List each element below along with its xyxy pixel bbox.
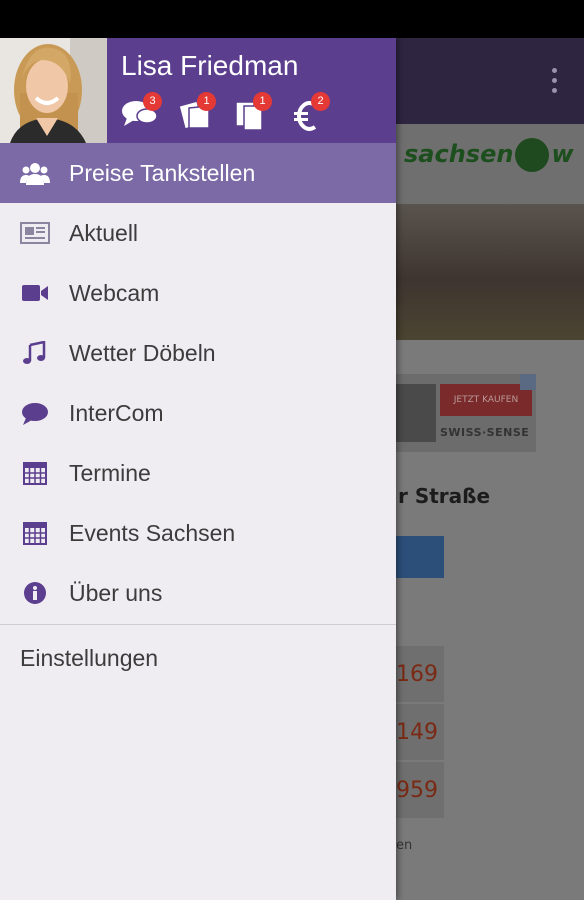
music-note-icon [23,341,46,364]
drawer-header: Lisa Friedman 3 1 1 2 [0,38,396,143]
menu-item-label: Aktuell [69,220,139,246]
documents-button[interactable]: 1 [234,92,274,134]
settings-label: Einstellungen [20,645,159,671]
group-icon [20,163,50,185]
video-camera-icon [22,285,48,301]
tickets-button[interactable]: 1 [177,92,217,134]
calendar-icon [23,462,47,485]
price-value: 169 [396,662,438,687]
menu-item-ueber-uns[interactable]: Über uns [0,563,396,623]
footer-text: en [396,838,413,853]
menu-item-label: InterCom [69,400,164,426]
menu-item-wetter-doebeln[interactable]: Wetter Döbeln [0,323,396,383]
status-bar [0,0,584,38]
advertisement[interactable]: JETZT KAUFEN SWISS·SENSE [396,374,536,452]
menu-item-events-sachsen[interactable]: Events Sachsen [0,503,396,563]
menu-item-label: Preise Tankstellen [69,160,256,186]
site-logo: sachsen w [404,138,574,172]
newspaper-icon [20,222,50,244]
globe-icon [515,138,550,172]
ad-brand: SWISS·SENSE [440,426,530,439]
settings-item[interactable]: Einstellungen [0,625,396,691]
menu-item-preise-tankstellen[interactable]: Preise Tankstellen [0,143,396,203]
overflow-menu-icon[interactable] [552,68,558,96]
site-banner: sachsen w [396,124,584,204]
menu-item-label: Wetter Döbeln [69,340,216,366]
drawer-menu: Preise Tankstellen Aktuell Webcam Wetter… [0,143,396,691]
user-name: Lisa Friedman [121,50,299,81]
payments-button[interactable]: 2 [291,92,331,134]
info-icon [24,582,46,604]
ad-image [396,384,436,442]
ad-choices-icon[interactable] [520,374,536,390]
menu-item-aktuell[interactable]: Aktuell [0,203,396,263]
menu-item-label: Termine [69,460,151,486]
price-value: 149 [396,720,438,745]
badge-count: 1 [253,92,272,111]
menu-item-label: Webcam [69,280,160,306]
badge-count: 1 [197,92,216,111]
price-value: 959 [396,778,438,803]
messages-button[interactable]: 3 [121,92,162,134]
menu-item-intercom[interactable]: InterCom [0,383,396,443]
menu-item-label: Events Sachsen [69,520,236,546]
navigation-drawer: Lisa Friedman 3 1 1 2 Preise Tankstellen… [0,38,396,900]
header-photo [396,204,584,340]
avatar[interactable] [0,38,107,143]
badge-count: 3 [143,92,162,111]
station-heading: r Straße [398,484,491,508]
menu-item-label: Über uns [69,580,163,606]
menu-item-webcam[interactable]: Webcam [0,263,396,323]
notification-badges: 3 1 1 2 [121,92,391,134]
menu-item-termine[interactable]: Termine [0,443,396,503]
ad-buy-button[interactable]: JETZT KAUFEN [440,384,532,416]
calendar-icon [23,522,47,545]
badge-count: 2 [311,92,330,111]
chat-bubble-icon [22,403,48,425]
blue-bar[interactable] [396,536,444,578]
